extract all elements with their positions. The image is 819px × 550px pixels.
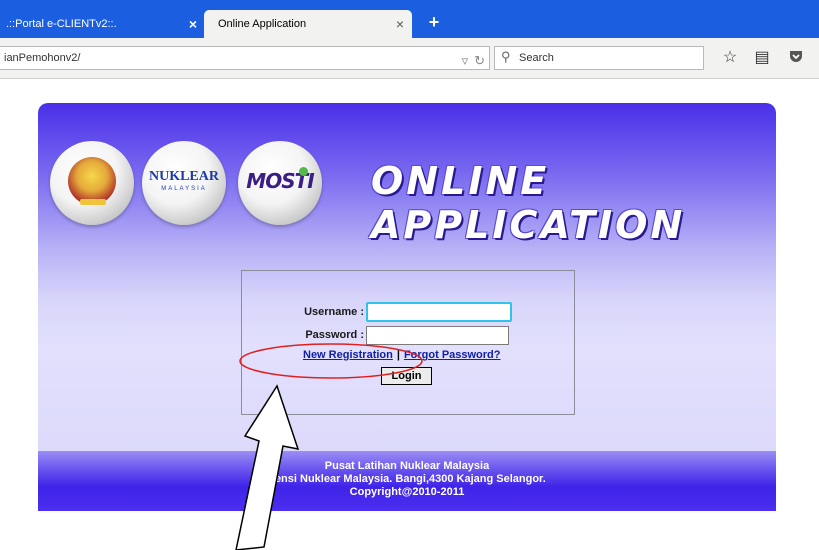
password-label: Password :: [305, 329, 364, 341]
malaysia-coat-of-arms-icon: [50, 141, 134, 225]
browser-tab-strip: .::Portal e-CLIENTv2::. × Online Applica…: [0, 0, 819, 38]
login-links: New Registration | Forgot Password?: [303, 349, 501, 361]
login-button[interactable]: Login: [381, 367, 432, 385]
close-tab-icon[interactable]: ×: [181, 16, 205, 32]
dropdown-arrow-icon[interactable]: ▿: [462, 53, 469, 68]
page-title: ONLINE APPLICATION: [371, 159, 686, 247]
nuklear-logo-subtext: MALAYSIA: [161, 186, 207, 192]
nuklear-malaysia-logo: NUKLEAR MALAYSIA: [142, 141, 226, 225]
bookmark-star-icon[interactable]: ☆: [720, 48, 740, 68]
reload-icon[interactable]: ↻: [474, 53, 485, 68]
url-text: ianPemohonv2/: [4, 52, 81, 64]
url-bar[interactable]: ianPemohonv2/ ▿ ↻: [0, 46, 490, 70]
nuklear-logo-text: NUKLEAR: [148, 169, 219, 184]
close-tab-icon[interactable]: ×: [388, 16, 412, 32]
tab-label: .::Portal e-CLIENTv2::.: [6, 18, 117, 30]
search-icon: ⚲: [501, 49, 511, 64]
password-input[interactable]: [366, 326, 509, 345]
crest-banner: [80, 199, 106, 205]
footer-line-3: Copyright@2010-2011: [349, 486, 465, 498]
crest-shield: [68, 157, 116, 205]
tab-portal-eclient[interactable]: .::Portal e-CLIENTv2::. ×: [0, 10, 205, 38]
tab-label: Online Application: [218, 18, 307, 30]
reading-list-icon[interactable]: ▤: [752, 48, 772, 68]
new-tab-button[interactable]: +: [424, 12, 444, 32]
pocket-shape: [790, 51, 802, 62]
new-registration-link[interactable]: New Registration: [303, 349, 393, 361]
username-label: Username :: [304, 306, 364, 318]
tab-online-application[interactable]: Online Application ×: [204, 10, 412, 38]
username-input[interactable]: [366, 302, 512, 322]
search-input[interactable]: ⚲ Search: [494, 46, 704, 70]
mosti-logo: MOSTI: [238, 141, 322, 225]
search-placeholder: Search: [519, 52, 554, 64]
mosti-logo-text: MOSTI: [246, 169, 314, 193]
forgot-password-link[interactable]: Forgot Password?: [404, 349, 501, 361]
online-application-panel: NUKLEAR MALAYSIA MOSTI ONLINE APPLICATIO…: [38, 103, 776, 511]
footer-line-2: gensi Nuklear Malaysia. Bangi,4300 Kajan…: [268, 473, 546, 485]
link-separator: |: [396, 349, 400, 361]
footer-line-1: Pusat Latihan Nuklear Malaysia: [324, 460, 490, 472]
mosti-logo-dot: [299, 167, 308, 176]
login-form: Username : Password : New Registration | F…: [241, 270, 575, 415]
browser-nav-bar: ianPemohonv2/ ▿ ↻ ⚲ Search ☆ ▤: [0, 38, 819, 79]
pocket-icon[interactable]: [786, 48, 806, 68]
